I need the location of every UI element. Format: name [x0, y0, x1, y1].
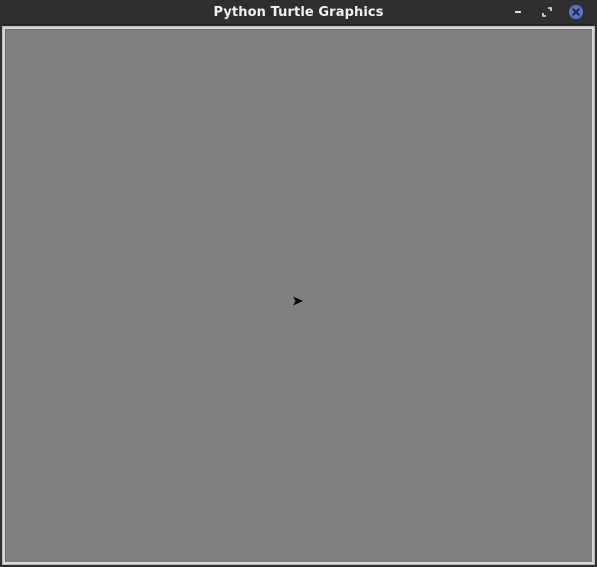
title-bar[interactable]: Python Turtle Graphics [0, 0, 597, 25]
restore-icon [542, 7, 552, 17]
turtle-window: Python Turtle Graphics [0, 0, 597, 567]
minimize-button[interactable] [510, 4, 526, 20]
turtle-arrow-icon [293, 296, 303, 306]
restore-button[interactable] [539, 4, 555, 20]
turtle-canvas[interactable] [5, 29, 592, 562]
window-client-area [2, 26, 595, 565]
minimize-icon [515, 11, 521, 13]
close-icon [569, 5, 583, 19]
close-button[interactable] [568, 4, 584, 20]
window-controls [497, 0, 597, 25]
